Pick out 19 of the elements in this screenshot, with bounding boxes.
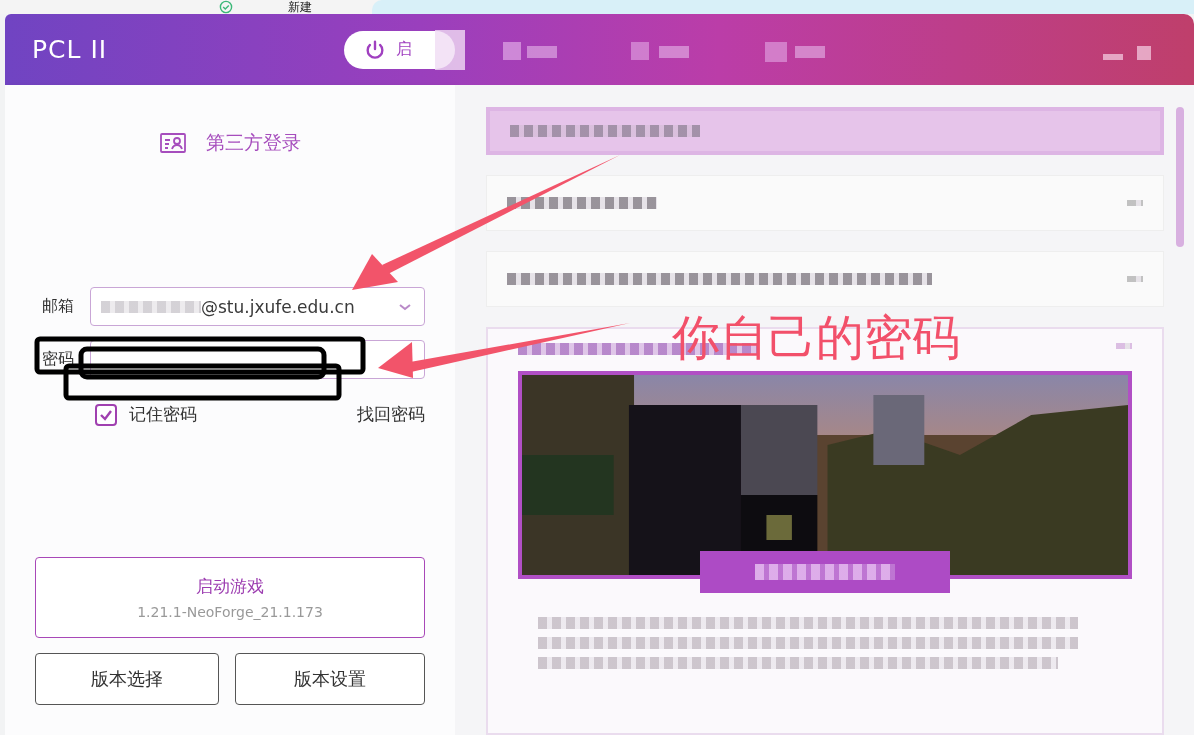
check-icon: [99, 408, 113, 421]
news-banner[interactable]: [486, 107, 1164, 155]
news-card[interactable]: [486, 175, 1164, 231]
chevron-down-icon: [398, 301, 412, 312]
power-icon: [364, 38, 386, 61]
launch-game-button[interactable]: 启动游戏 1.21.1-NeoForge_21.1.173: [35, 557, 425, 638]
recover-password-link[interactable]: 找回密码: [357, 403, 425, 426]
scrollbar[interactable]: [1176, 107, 1184, 247]
news-card[interactable]: [486, 251, 1164, 307]
remember-label: 记住密码: [129, 403, 197, 426]
background-label: 新建: [288, 0, 312, 14]
email-field[interactable]: @stu.jxufe.edu.cn: [90, 287, 425, 326]
id-card-icon: [159, 133, 186, 153]
app-title: PCL II: [32, 35, 109, 64]
remember-checkbox[interactable]: [95, 403, 117, 426]
version-button[interactable]: 版本选择: [35, 653, 219, 705]
version-button[interactable]: 版本设置: [235, 653, 425, 705]
login-title: 第三方登录: [205, 130, 301, 155]
email-label: 邮箱: [41, 296, 75, 317]
